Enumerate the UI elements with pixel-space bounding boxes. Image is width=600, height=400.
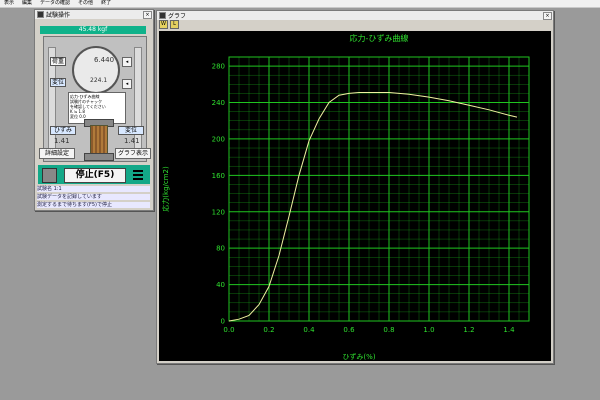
menu-edit[interactable]: 編集: [18, 0, 36, 7]
x-tick-label: 0.6: [343, 326, 355, 334]
load-label: 荷重: [50, 57, 66, 66]
disp-zero-button[interactable]: ◂: [122, 79, 132, 89]
stress-strain-chart: 0.0 0.2 0.4 0.6 0.8 1.0 1.2 1.4 0 40 80 120 160 200 24…: [161, 33, 530, 361]
menu-exit[interactable]: 終了: [97, 0, 115, 7]
chart-title: 応力-ひずみ曲線: [350, 33, 409, 43]
x-tick-label: 1.0: [423, 326, 434, 334]
menu-data-check[interactable]: データの確認: [36, 0, 74, 7]
x-tick-label: 0.2: [263, 326, 274, 334]
menu-bar: 表示 編集 データの確認 その他 終了: [0, 0, 600, 8]
load-readout: 45.48 kgf: [40, 26, 146, 34]
load-dial: [72, 46, 120, 94]
detail-settings-button[interactable]: 詳細設定: [39, 148, 75, 159]
control-window: 試験操作 × 45.48 kgf 荷重 6.440 変位 224.1 ◂ ◂ 応…: [34, 9, 154, 211]
toolbar-wide-icon[interactable]: W: [159, 20, 168, 29]
graph-close-button[interactable]: ×: [543, 12, 552, 20]
x-tick-label: 0.8: [383, 326, 394, 334]
stress-strain-curve: [228, 92, 518, 322]
load-value: 6.440: [94, 56, 115, 64]
lower-grip: [84, 153, 114, 161]
plot-area: 0.0 0.2 0.4 0.6 0.8 1.0 1.2 1.4 0 40 80 120 160 200 24…: [159, 31, 551, 361]
strain-label-left[interactable]: ひずみ: [50, 126, 76, 135]
load-zero-button[interactable]: ◂: [122, 57, 132, 67]
y-tick-label: 240: [212, 99, 225, 107]
control-title: 試験操作: [46, 12, 71, 19]
y-tick-label: 0: [221, 318, 225, 326]
y-axis-label: 応力(kg/cm2): [161, 166, 170, 212]
stop-panel: 停止(F5): [38, 165, 150, 184]
control-close-button[interactable]: ×: [143, 11, 152, 19]
status-recording: 試験データを記録しています: [37, 194, 150, 200]
menu-other[interactable]: その他: [74, 0, 97, 7]
status-test-name: 試験名 1:1: [37, 186, 150, 192]
control-titlebar: 試験操作: [35, 10, 153, 19]
graph-titlebar: グラフ: [157, 11, 553, 20]
graph-window-icon: [159, 12, 166, 19]
menu-icon[interactable]: [133, 168, 143, 181]
x-tick-label: 1.4: [503, 326, 515, 334]
disp-label[interactable]: 変位: [50, 78, 66, 87]
graph-toolbar: W L: [157, 20, 553, 29]
y-tick-label: 120: [212, 208, 225, 216]
y-tick-label: 200: [212, 135, 225, 143]
x-tick-label: 0.0: [223, 326, 234, 334]
test-machine-frame: 荷重 6.440 変位 224.1 ◂ ◂ 応力-ひずみ曲線 試験片のチャック …: [43, 36, 147, 162]
graph-window: グラフ × W L 0.0 0.2 0.4 0.6 0.8 1.0 1.2 1.4 0 40 80 1…: [156, 10, 554, 364]
stop-button[interactable]: 停止(F5): [64, 168, 126, 183]
status-wait: 測定するまで待ちます(F5)で停止: [37, 202, 150, 208]
toolbar-line-icon[interactable]: L: [170, 20, 179, 29]
y-tick-label: 40: [216, 281, 225, 289]
window-icon: [37, 11, 44, 18]
strain-value-right: 1.41: [124, 137, 140, 145]
graph-display-button[interactable]: グラフ表示: [115, 148, 151, 159]
menu-view[interactable]: 表示: [0, 0, 18, 7]
strain-value-left: 1.41: [54, 137, 70, 145]
y-tick-label: 280: [212, 63, 225, 71]
y-tick-label: 160: [212, 172, 225, 180]
x-tick-label: 1.2: [463, 326, 474, 334]
x-tick-label: 0.4: [303, 326, 315, 334]
specimen: [90, 125, 108, 155]
y-tick-label: 80: [216, 245, 225, 253]
graph-title: グラフ: [168, 13, 187, 20]
strain-label-right[interactable]: 変位: [118, 126, 144, 135]
disp-value: 224.1: [90, 77, 108, 84]
stop-square-icon[interactable]: [42, 168, 57, 183]
x-axis-label: ひずみ(%): [342, 352, 375, 361]
